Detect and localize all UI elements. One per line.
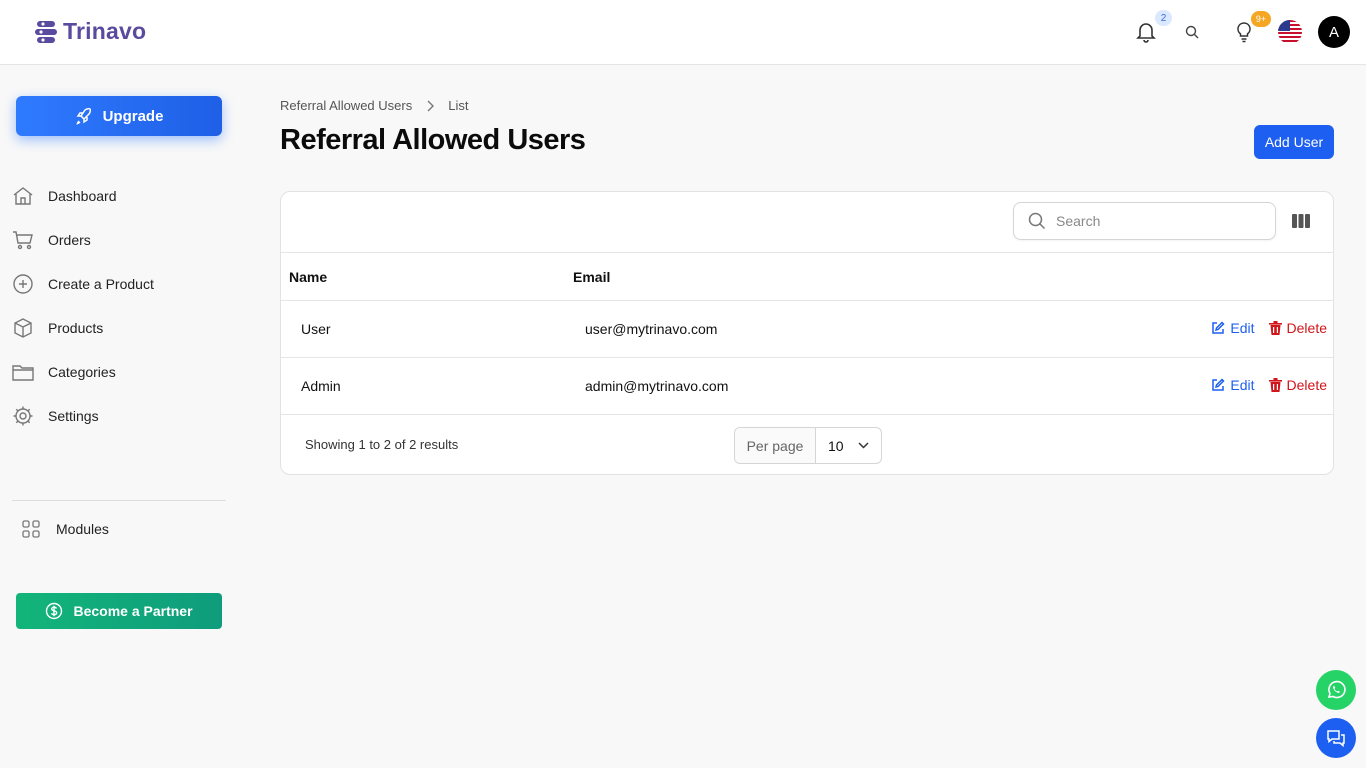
users-table-card: Name Email User user@mytrinavo.com Edit … <box>280 191 1334 475</box>
notifications-button[interactable]: 2 <box>1130 10 1172 48</box>
sidebar-item-settings[interactable]: Settings <box>12 394 226 438</box>
notifications-badge: 2 <box>1155 10 1172 26</box>
box-icon <box>12 317 34 339</box>
edit-label: Edit <box>1230 320 1255 336</box>
table-row: User user@mytrinavo.com Edit Delete <box>281 301 1333 358</box>
column-header-email[interactable]: Email <box>573 269 610 285</box>
edit-icon <box>1212 321 1225 334</box>
sidebar-item-dashboard[interactable]: Dashboard <box>12 174 226 218</box>
chat-icon <box>1327 730 1345 748</box>
columns-toggle-button[interactable] <box>1291 212 1311 230</box>
cell-name: User <box>301 321 331 337</box>
per-page-control: Per page 10 <box>734 427 882 464</box>
table-row: Admin admin@mytrinavo.com Edit Delete <box>281 358 1333 415</box>
plus-circle-icon <box>12 273 34 295</box>
cell-name: Admin <box>301 378 341 394</box>
edit-icon <box>1212 378 1225 391</box>
trinavo-logo-icon <box>35 20 57 43</box>
edit-button[interactable]: Edit <box>1211 377 1255 393</box>
avatar[interactable]: A <box>1318 16 1350 48</box>
table-header: Name Email <box>281 252 1333 301</box>
sidebar-item-label: Settings <box>48 408 99 424</box>
per-page-label: Per page <box>735 428 816 463</box>
delete-button[interactable]: Delete <box>1268 377 1327 393</box>
delete-label: Delete <box>1286 377 1327 393</box>
tips-badge: 9+ <box>1251 11 1271 27</box>
add-user-button[interactable]: Add User <box>1254 125 1334 159</box>
breadcrumb-parent[interactable]: Referral Allowed Users <box>280 98 412 113</box>
per-page-select[interactable]: 10 <box>816 438 881 454</box>
delete-label: Delete <box>1286 320 1327 336</box>
results-summary: Showing 1 to 2 of 2 results <box>305 437 459 452</box>
per-page-value: 10 <box>828 437 844 454</box>
logo[interactable]: Trinavo <box>33 18 146 45</box>
sidebar-item-modules[interactable]: Modules <box>22 510 109 548</box>
sidebar-item-orders[interactable]: Orders <box>12 218 226 262</box>
search-icon <box>1185 25 1199 39</box>
brand-name: Trinavo <box>63 18 147 44</box>
whatsapp-button[interactable] <box>1316 670 1356 710</box>
chevron-down-icon <box>858 442 869 449</box>
global-search-button[interactable] <box>1176 16 1208 48</box>
rocket-icon <box>75 107 91 125</box>
upgrade-label: Upgrade <box>102 107 164 125</box>
cart-icon <box>12 229 34 251</box>
page-title: Referral Allowed Users <box>280 124 586 156</box>
bell-icon <box>1136 23 1156 43</box>
row-actions: Edit Delete <box>1211 320 1327 336</box>
whatsapp-icon <box>1327 680 1346 699</box>
sidebar-item-label: Create a Product <box>48 276 154 292</box>
home-icon <box>12 185 34 207</box>
trash-icon <box>1268 321 1282 335</box>
folder-icon <box>12 361 34 383</box>
row-actions: Edit Delete <box>1211 377 1327 393</box>
edit-label: Edit <box>1230 377 1255 393</box>
delete-button[interactable]: Delete <box>1268 320 1327 336</box>
edit-button[interactable]: Edit <box>1211 320 1255 336</box>
partner-label: Become a Partner <box>73 603 193 619</box>
breadcrumb-current: List <box>448 98 469 113</box>
sidebar-item-products[interactable]: Products <box>12 306 226 350</box>
chevron-right-icon <box>427 100 435 111</box>
top-bar: Trinavo 2 9+ A <box>0 0 1366 65</box>
cell-email: user@mytrinavo.com <box>585 321 718 337</box>
support-chat-button[interactable] <box>1316 718 1356 758</box>
gear-icon <box>12 405 34 427</box>
upgrade-button[interactable]: Upgrade <box>16 96 222 136</box>
sidebar-item-label: Dashboard <box>48 188 117 204</box>
sidebar-divider <box>12 500 226 501</box>
breadcrumb: Referral Allowed Users List <box>280 98 468 113</box>
trash-icon <box>1268 378 1282 392</box>
sidebar-item-create-product[interactable]: Create a Product <box>12 262 226 306</box>
sidebar-item-label: Orders <box>48 232 91 248</box>
sidebar-item-label: Products <box>48 320 104 336</box>
columns-icon <box>1292 214 1310 228</box>
language-selector[interactable] <box>1274 16 1306 48</box>
tips-button[interactable]: 9+ <box>1228 11 1271 48</box>
column-header-name[interactable]: Name <box>289 269 327 285</box>
us-flag-icon <box>1278 20 1302 44</box>
search-icon <box>1028 212 1046 230</box>
lightbulb-icon <box>1237 22 1251 43</box>
table-search[interactable] <box>1013 202 1276 240</box>
sidebar-item-categories[interactable]: Categories <box>12 350 226 394</box>
cell-email: admin@mytrinavo.com <box>585 378 729 394</box>
modules-label: Modules <box>56 521 109 537</box>
sidebar-item-label: Categories <box>48 364 116 380</box>
search-input[interactable] <box>1056 213 1256 229</box>
sidebar-nav: Dashboard Orders Create a Product Produc… <box>12 174 226 438</box>
dollar-circle-icon <box>46 602 63 620</box>
become-partner-button[interactable]: Become a Partner <box>16 593 222 629</box>
grid-icon <box>22 520 40 538</box>
